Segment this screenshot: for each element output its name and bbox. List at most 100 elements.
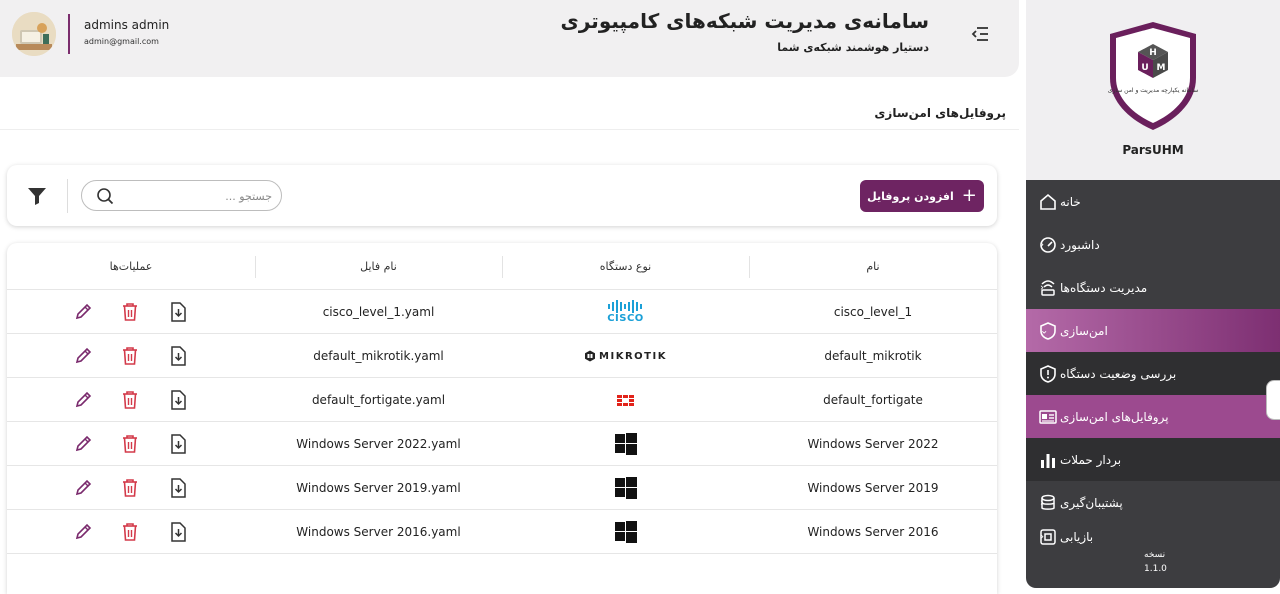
edit-icon[interactable] bbox=[73, 478, 93, 498]
search-input[interactable] bbox=[122, 186, 272, 206]
chevron-left-icon: ‹ bbox=[1040, 282, 1044, 293]
cell-name: default_mikrotik bbox=[824, 349, 922, 363]
sidebar-item-label: مدیریت دستگاه‌ها bbox=[1060, 280, 1148, 295]
toolbar-divider bbox=[67, 179, 68, 213]
cell-file-name: default_fortigate.yaml bbox=[311, 393, 446, 407]
app-root: admins admin admin@gmail.com سامانه‌ی مد… bbox=[0, 0, 1280, 594]
plus-icon: + bbox=[961, 185, 977, 206]
cell-name: Windows Server 2019 bbox=[807, 481, 939, 495]
sidebar-item-device-status[interactable]: بررسی وضعیت دستگاه bbox=[1026, 352, 1280, 395]
windows-logo-icon bbox=[502, 422, 749, 466]
sidebar-item-devices[interactable]: مدیریت دستگاه‌ها ‹ bbox=[1026, 266, 1280, 309]
svg-text:M: M bbox=[1157, 63, 1166, 73]
delete-icon[interactable] bbox=[120, 522, 140, 542]
table-row[interactable]: Windows Server 2019 Windows Server 2019.… bbox=[7, 466, 997, 510]
mikrotik-logo-text: MIKROTIK bbox=[599, 350, 667, 362]
table-row[interactable]: Windows Server 2022 Windows Server 2022.… bbox=[7, 422, 997, 466]
sidebar-item-label: پروفایل‌های امن‌سازی bbox=[1060, 409, 1169, 424]
column-header-name[interactable]: نام bbox=[749, 243, 997, 290]
logo-text: سامانه یکپارچه مدیریت و امن سازی bbox=[1108, 87, 1198, 94]
sidebar-item-hardening[interactable]: امن‌سازی ⌄ bbox=[1026, 309, 1280, 352]
sidebar-item-dashboard[interactable]: داشبورد ‹ bbox=[1026, 223, 1280, 266]
cell-file-name: Windows Server 2016.yaml bbox=[296, 525, 461, 539]
column-divider bbox=[255, 256, 256, 278]
add-profile-label: افزودن پروفایل bbox=[867, 189, 954, 203]
avatar-image bbox=[12, 12, 56, 56]
delete-icon[interactable] bbox=[120, 434, 140, 454]
delete-icon[interactable] bbox=[120, 390, 140, 410]
cell-name: Windows Server 2016 bbox=[807, 525, 939, 539]
page-title: پروفایل‌های امن‌سازی bbox=[874, 106, 1006, 120]
profiles-table: نام نوع دستگاه نام فایل عملیات‌ها cisco_… bbox=[7, 243, 997, 594]
search-box bbox=[81, 180, 282, 211]
sidebar-item-label: بررسی وضعیت دستگاه bbox=[1060, 366, 1177, 381]
edit-icon[interactable] bbox=[73, 302, 93, 322]
edit-icon[interactable] bbox=[73, 522, 93, 542]
edit-icon[interactable] bbox=[73, 390, 93, 410]
sidebar-item-hardening-profiles[interactable]: پروفایل‌های امن‌سازی bbox=[1026, 395, 1280, 438]
table-row[interactable]: default_fortigate default_fortigate.yaml bbox=[7, 378, 997, 422]
edit-icon[interactable] bbox=[73, 346, 93, 366]
app-title: سامانه‌ی مدیریت شبکه‌های کامپیوتری bbox=[560, 9, 929, 33]
column-divider bbox=[749, 256, 750, 278]
sidebar-item-restore[interactable]: بازیابی ‹ bbox=[1026, 524, 1280, 550]
profile-card-icon bbox=[1036, 405, 1060, 429]
table-header: نام نوع دستگاه نام فایل عملیات‌ها bbox=[7, 243, 997, 290]
title-divider bbox=[0, 129, 1019, 130]
download-icon[interactable] bbox=[168, 434, 188, 454]
shield-alert-icon bbox=[1036, 362, 1060, 386]
add-profile-button[interactable]: + افزودن پروفایل bbox=[860, 180, 984, 212]
table-row[interactable]: Windows Server 2016 Windows Server 2016.… bbox=[7, 510, 997, 554]
edit-icon[interactable] bbox=[73, 434, 93, 454]
search-icon[interactable] bbox=[96, 187, 114, 205]
cisco-logo-text: CISCO bbox=[607, 313, 644, 324]
cell-file-name: Windows Server 2022.yaml bbox=[296, 437, 461, 451]
sidebar-item-label: امن‌سازی bbox=[1060, 323, 1108, 338]
mikrotik-logo-icon: MIKROTIK bbox=[502, 334, 749, 378]
sidebar-nav: خانه داشبورد ‹ مدیریت دستگاه‌ها ‹ bbox=[1026, 180, 1280, 550]
chevron-left-icon: ‹ bbox=[1040, 497, 1044, 508]
cell-file-name: default_mikrotik.yaml bbox=[313, 349, 444, 363]
brand-name: ParsUHM bbox=[1122, 143, 1184, 157]
sidebar-item-label: خانه bbox=[1060, 194, 1081, 209]
cell-name: cisco_level_1 bbox=[833, 305, 913, 319]
download-icon[interactable] bbox=[168, 478, 188, 498]
chevron-down-icon: ⌄ bbox=[1040, 325, 1049, 336]
download-icon[interactable] bbox=[168, 302, 188, 322]
download-icon[interactable] bbox=[168, 522, 188, 542]
user-name: admins admin bbox=[84, 18, 170, 32]
table-row[interactable]: default_mikrotik MIKROTIK default_mikrot… bbox=[7, 334, 997, 378]
version-number: 1.1.0 bbox=[1144, 564, 1167, 574]
user-divider bbox=[68, 14, 70, 54]
sidebar-header: H U M سامانه یکپارچه مدیریت و امن سازی P… bbox=[1026, 0, 1280, 180]
windows-logo-icon bbox=[502, 466, 749, 510]
sidebar-item-label: بازیابی bbox=[1060, 530, 1094, 544]
sidebar-item-backup[interactable]: پشتیبان‌گیری ‹ bbox=[1026, 481, 1280, 524]
menu-collapse-icon[interactable] bbox=[969, 24, 991, 44]
bar-chart-icon bbox=[1036, 448, 1060, 472]
svg-text:U: U bbox=[1141, 63, 1148, 73]
delete-icon[interactable] bbox=[120, 478, 140, 498]
column-header-device-type[interactable]: نوع دستگاه bbox=[502, 243, 749, 290]
download-icon[interactable] bbox=[168, 390, 188, 410]
column-divider bbox=[502, 256, 503, 278]
sidebar-item-label: پشتیبان‌گیری bbox=[1060, 495, 1123, 510]
version-info: نسخه 1.1.0 bbox=[1026, 548, 1280, 576]
table-row[interactable]: cisco_level_1 CISCO cisco_level_1.yaml bbox=[7, 290, 997, 334]
sidebar-item-label: بردار حملات bbox=[1060, 452, 1122, 467]
toolbar: + افزودن پروفایل bbox=[7, 165, 997, 226]
filter-icon[interactable] bbox=[27, 185, 47, 207]
floating-side-tab[interactable] bbox=[1266, 380, 1280, 420]
delete-icon[interactable] bbox=[120, 346, 140, 366]
cisco-logo-icon: CISCO bbox=[502, 290, 749, 334]
sidebar-item-attack-vectors[interactable]: بردار حملات bbox=[1026, 438, 1280, 481]
parsuhm-logo: H U M سامانه یکپارچه مدیریت و امن سازی bbox=[1106, 20, 1200, 132]
version-label: نسخه bbox=[1144, 550, 1166, 560]
sidebar-item-home[interactable]: خانه bbox=[1026, 180, 1280, 223]
avatar[interactable] bbox=[12, 12, 56, 56]
download-icon[interactable] bbox=[168, 346, 188, 366]
delete-icon[interactable] bbox=[120, 302, 140, 322]
top-header: admins admin admin@gmail.com سامانه‌ی مد… bbox=[0, 0, 1019, 77]
column-header-file-name[interactable]: نام فایل bbox=[255, 243, 502, 290]
windows-logo-icon bbox=[502, 510, 749, 554]
